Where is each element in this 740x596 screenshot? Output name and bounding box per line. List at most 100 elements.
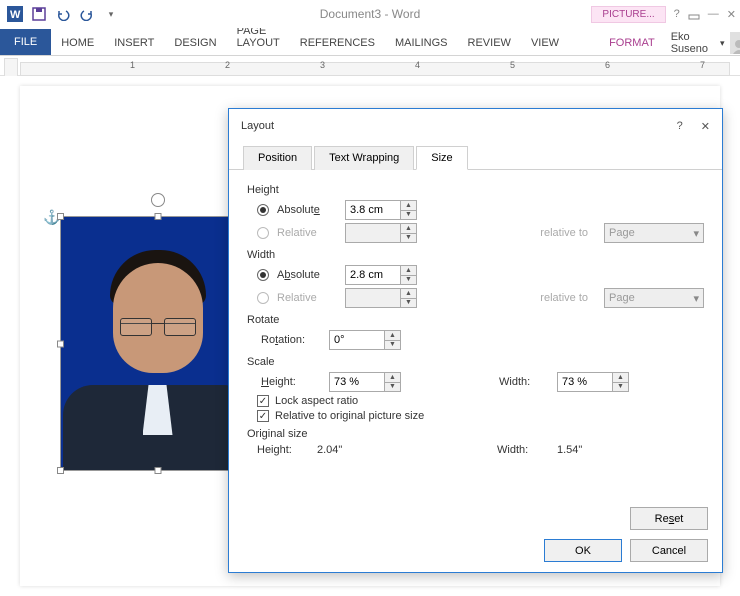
scale-width-label: Width: xyxy=(499,376,549,388)
ribbon-options-icon[interactable] xyxy=(688,8,700,21)
resize-handle[interactable] xyxy=(57,340,64,347)
ruler-tick: 7 xyxy=(700,60,705,70)
undo-icon[interactable] xyxy=(52,3,74,25)
spin-down-icon: ▼ xyxy=(401,299,416,308)
orig-width-label: Width: xyxy=(497,444,557,456)
dialog-titlebar[interactable]: Layout ? ✕ xyxy=(229,109,722,143)
contextual-tab-label: PICTURE... xyxy=(591,6,665,23)
lock-aspect-label: Lock aspect ratio xyxy=(275,395,358,407)
ribbon-tabs: FILE HOME INSERT DESIGN PAGE LAYOUT REFE… xyxy=(0,28,740,56)
spin-up-icon[interactable]: ▲ xyxy=(613,373,628,383)
spin-down-icon: ▼ xyxy=(401,234,416,243)
scale-width-input[interactable] xyxy=(558,373,612,391)
tab-references[interactable]: REFERENCES xyxy=(290,31,385,55)
spin-down-icon[interactable]: ▼ xyxy=(613,383,628,392)
resize-handle[interactable] xyxy=(57,467,64,474)
help-icon[interactable]: ? xyxy=(674,8,680,21)
tab-size[interactable]: Size xyxy=(416,146,467,170)
dialog-title: Layout xyxy=(241,120,274,132)
height-absolute-input[interactable] xyxy=(346,201,400,219)
spin-up-icon[interactable]: ▲ xyxy=(385,331,400,341)
height-absolute-radio[interactable] xyxy=(257,204,269,216)
lock-aspect-checkbox[interactable]: ✓ xyxy=(257,395,269,407)
avatar xyxy=(730,32,740,54)
spin-up-icon[interactable]: ▲ xyxy=(401,201,416,211)
width-absolute-spinner[interactable]: ▲▼ xyxy=(345,265,417,285)
width-absolute-radio[interactable] xyxy=(257,269,269,281)
height-relative-radio[interactable] xyxy=(257,227,269,239)
tab-position[interactable]: Position xyxy=(243,146,312,170)
scale-height-spinner[interactable]: ▲▼ xyxy=(329,372,401,392)
rotation-spinner[interactable]: ▲▼ xyxy=(329,330,401,350)
document-title: Document3 - Word xyxy=(320,7,420,21)
spin-up-icon[interactable]: ▲ xyxy=(385,373,400,383)
spin-down-icon[interactable]: ▼ xyxy=(385,341,400,350)
tab-review[interactable]: REVIEW xyxy=(458,31,521,55)
tab-insert[interactable]: INSERT xyxy=(104,31,164,55)
spin-up-icon: ▲ xyxy=(401,289,416,299)
dialog-help-icon[interactable]: ? xyxy=(677,120,683,133)
orig-height-label: Height: xyxy=(257,444,317,456)
picture-content xyxy=(61,217,254,470)
selected-picture[interactable]: ⚓ xyxy=(60,216,255,471)
close-icon[interactable]: ✕ xyxy=(727,8,736,21)
width-relative-to-dropdown: Page xyxy=(604,288,704,308)
scale-height-input[interactable] xyxy=(330,373,384,391)
horizontal-ruler[interactable]: 1 2 3 4 5 6 7 xyxy=(0,58,740,76)
reset-button[interactable]: Reset xyxy=(630,507,708,530)
tab-format[interactable]: FORMAT xyxy=(599,31,665,55)
tab-design[interactable]: DESIGN xyxy=(164,31,226,55)
save-icon[interactable] xyxy=(28,3,50,25)
spin-down-icon[interactable]: ▼ xyxy=(385,383,400,392)
layout-dialog: Layout ? ✕ Position Text Wrapping Size H… xyxy=(228,108,723,573)
ok-button[interactable]: OK xyxy=(544,539,622,562)
width-relative-spinner: ▲▼ xyxy=(345,288,417,308)
spin-down-icon[interactable]: ▼ xyxy=(401,211,416,220)
tab-view[interactable]: VIEW xyxy=(521,31,569,55)
scale-width-spinner[interactable]: ▲▼ xyxy=(557,372,629,392)
original-size-label: Original size xyxy=(247,428,704,440)
cancel-button[interactable]: Cancel xyxy=(630,539,708,562)
tab-home[interactable]: HOME xyxy=(51,31,104,55)
rotation-input[interactable] xyxy=(330,331,384,349)
relative-original-label: Relative to original picture size xyxy=(275,410,424,422)
width-relative-radio[interactable] xyxy=(257,292,269,304)
tab-file[interactable]: FILE xyxy=(0,29,51,55)
quick-access-toolbar: W ▾ xyxy=(4,3,122,25)
ruler-tick: 2 xyxy=(225,60,230,70)
user-area[interactable]: Eko Suseno ▾ xyxy=(665,31,740,55)
tab-text-wrapping[interactable]: Text Wrapping xyxy=(314,146,414,170)
ruler-tick: 5 xyxy=(510,60,515,70)
rotate-handle[interactable] xyxy=(151,193,165,207)
ruler-tick: 6 xyxy=(605,60,610,70)
height-absolute-spinner[interactable]: ▲▼ xyxy=(345,200,417,220)
user-name: Eko Suseno xyxy=(671,31,714,55)
width-absolute-input[interactable] xyxy=(346,266,400,284)
spin-down-icon[interactable]: ▼ xyxy=(401,276,416,285)
qat-dropdown-icon[interactable]: ▾ xyxy=(100,3,122,25)
tab-mailings[interactable]: MAILINGS xyxy=(385,31,458,55)
dialog-footer: OK Cancel xyxy=(544,539,708,562)
relative-label: Relative xyxy=(277,292,337,304)
height-relative-input xyxy=(346,224,400,242)
scale-section-label: Scale xyxy=(247,356,704,368)
redo-icon[interactable] xyxy=(76,3,98,25)
dialog-body: Height Absolute ▲▼ Relative ▲▼ relative … xyxy=(229,170,722,467)
ruler-tick: 4 xyxy=(415,60,420,70)
resize-handle[interactable] xyxy=(154,467,161,474)
relative-original-checkbox[interactable]: ✓ xyxy=(257,410,269,422)
width-section-label: Width xyxy=(247,249,704,261)
rotation-label: Rotation: xyxy=(261,334,321,346)
orig-height-value: 2.04" xyxy=(317,444,437,456)
orig-width-value: 1.54" xyxy=(557,444,677,456)
ruler-tick: 3 xyxy=(320,60,325,70)
resize-handle[interactable] xyxy=(154,213,161,220)
dialog-close-icon[interactable]: ✕ xyxy=(701,120,710,133)
minimize-icon[interactable]: — xyxy=(708,8,719,21)
ruler-tick: 1 xyxy=(130,60,135,70)
dialog-tabs: Position Text Wrapping Size xyxy=(229,145,722,170)
scale-height-label: Height: xyxy=(261,376,321,388)
spin-up-icon[interactable]: ▲ xyxy=(401,266,416,276)
title-bar: W ▾ Document3 - Word PICTURE... ? — ✕ xyxy=(0,0,740,28)
resize-handle[interactable] xyxy=(57,213,64,220)
